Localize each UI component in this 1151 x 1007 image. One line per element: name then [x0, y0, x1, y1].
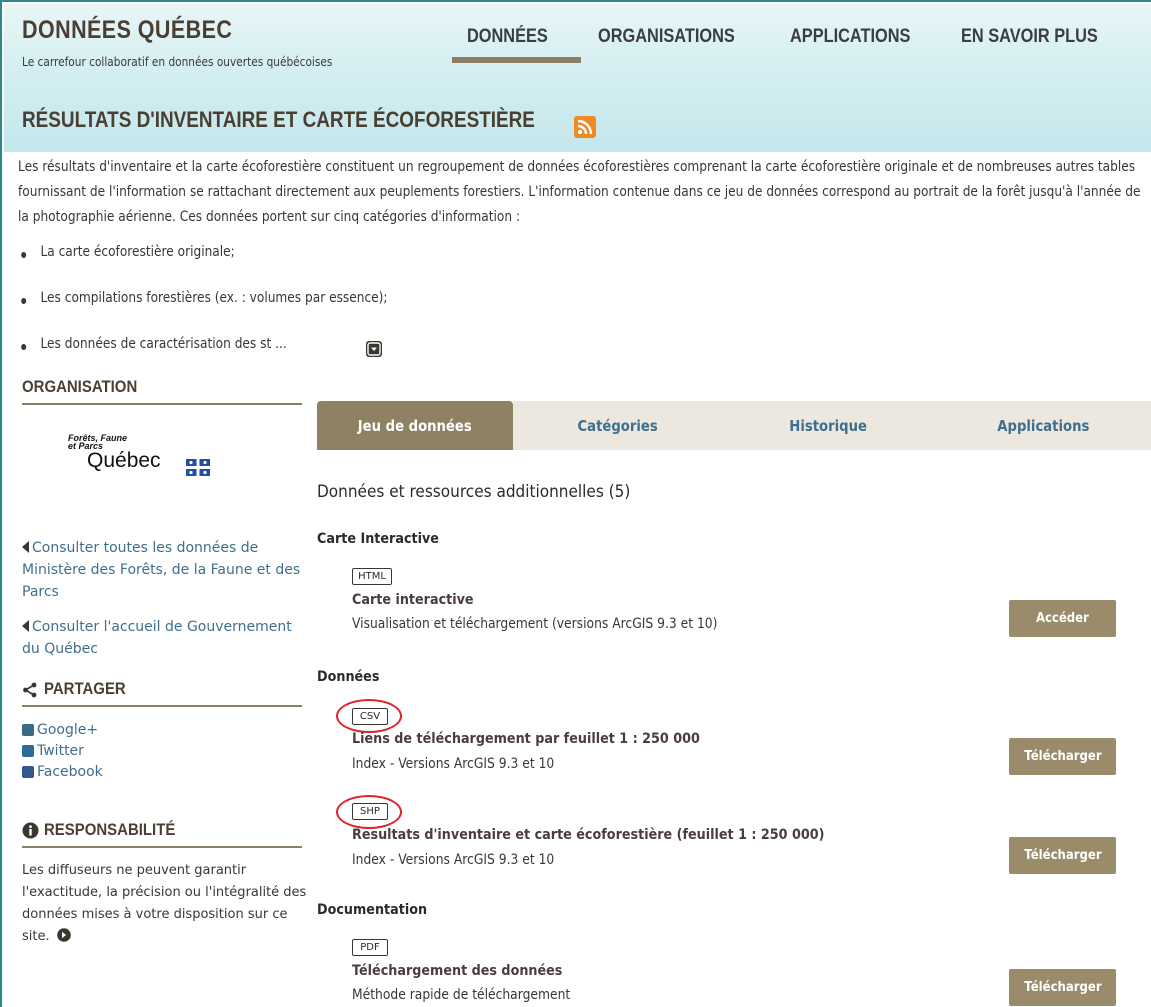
resource-name-link[interactable]: Liens de téléchargement par feuillet 1 :… [352, 731, 700, 747]
resource-name-link[interactable]: Carte interactive [352, 592, 474, 608]
resource-name-link[interactable]: Resultats d'inventaire et carte écofores… [352, 827, 824, 843]
resource-description: Index - Versions ArcGIS 9.3 et 10 [352, 852, 555, 868]
google-plus-icon [22, 724, 34, 736]
quebec-flag-icon [186, 459, 210, 476]
link-all-ministry-data[interactable]: Consulter toutes les données de Ministèr… [22, 537, 304, 603]
annotation-circle [336, 795, 402, 829]
resource-description: Méthode rapide de téléchargement [352, 987, 571, 1003]
resource-name-link[interactable]: Téléchargement des données [352, 963, 562, 979]
share-icon [22, 682, 38, 698]
ministry-logo[interactable]: Forêts, Faune et Parcs Québec [68, 430, 258, 490]
info-icon [22, 822, 39, 839]
divider [22, 846, 302, 848]
nav-active-indicator [452, 57, 581, 63]
tab-applications[interactable]: Applications [933, 401, 1151, 450]
share-facebook[interactable]: Facebook [22, 764, 103, 780]
nav-applications[interactable]: APPLICATIONS [790, 26, 910, 48]
expand-down-icon[interactable] [366, 341, 382, 357]
tab-historique[interactable]: Historique [723, 401, 933, 450]
share-google-plus[interactable]: Google+ [22, 722, 98, 738]
nav-en-savoir-plus[interactable]: EN SAVOIR PLUS [961, 26, 1098, 48]
annotation-circle [336, 699, 402, 733]
facebook-icon [22, 766, 34, 778]
share-heading: PARTAGER [44, 679, 126, 698]
section-title: Données [317, 669, 380, 685]
dataset-description: Les résultats d'inventaire et la carte é… [18, 155, 1148, 230]
resource-description: Visualisation et téléchargement (version… [352, 616, 718, 632]
resource-description: Index - Versions ArcGIS 9.3 et 10 [352, 756, 555, 772]
format-badge: PDF [352, 939, 388, 956]
page-title: RÉSULTATS D'INVENTAIRE ET CARTE ÉCOFORES… [22, 107, 535, 132]
divider [22, 403, 302, 405]
divider [22, 705, 302, 707]
caret-left-icon [22, 541, 29, 553]
share-twitter[interactable]: Twitter [22, 743, 84, 759]
page-frame: DONNÉES QUÉBEC Le carrefour collaboratif… [0, 0, 1151, 1007]
responsibility-heading: RESPONSABILITÉ [44, 820, 176, 839]
link-government-home[interactable]: Consulter l'accueil de Gouvernement du Q… [22, 616, 304, 660]
bullet-item: Les données de caractérisation des st ..… [21, 336, 287, 352]
acceder-button[interactable]: Accéder [1009, 600, 1116, 637]
logo-wordmark: Québec [87, 449, 161, 472]
tab-jeu-de-donnees[interactable]: Jeu de données [317, 401, 513, 450]
bullet-item: La carte écoforestière originale; [21, 244, 235, 260]
nav-organisations[interactable]: ORGANISATIONS [598, 26, 735, 48]
description-paragraph: Les résultats d'inventaire et la carte é… [18, 159, 1141, 225]
nav-donnees[interactable]: DONNÉES [467, 26, 548, 48]
telecharger-button[interactable]: Télécharger [1009, 837, 1116, 874]
dataset-tabs: Jeu de données Catégories Historique App… [317, 401, 1151, 450]
arrow-right-circle-icon[interactable] [56, 928, 71, 942]
section-title: Documentation [317, 902, 428, 918]
responsibility-text: Les diffuseurs ne peuvent garantir l'exa… [22, 863, 307, 944]
format-badge: HTML [352, 568, 392, 585]
twitter-icon [22, 745, 34, 757]
bullet-item: Les compilations forestières (ex. : volu… [21, 290, 388, 306]
telecharger-button[interactable]: Télécharger [1009, 738, 1116, 775]
caret-left-icon [22, 620, 29, 632]
resources-heading: Données et ressources additionnelles (5) [317, 482, 631, 502]
telecharger-button[interactable]: Télécharger [1009, 969, 1116, 1006]
rss-icon[interactable] [574, 116, 596, 138]
organisation-heading: ORGANISATION [22, 377, 138, 396]
section-title: Carte Interactive [317, 531, 439, 547]
site-header: DONNÉES QUÉBEC Le carrefour collaboratif… [4, 4, 1151, 152]
tab-categories[interactable]: Catégories [513, 401, 723, 450]
